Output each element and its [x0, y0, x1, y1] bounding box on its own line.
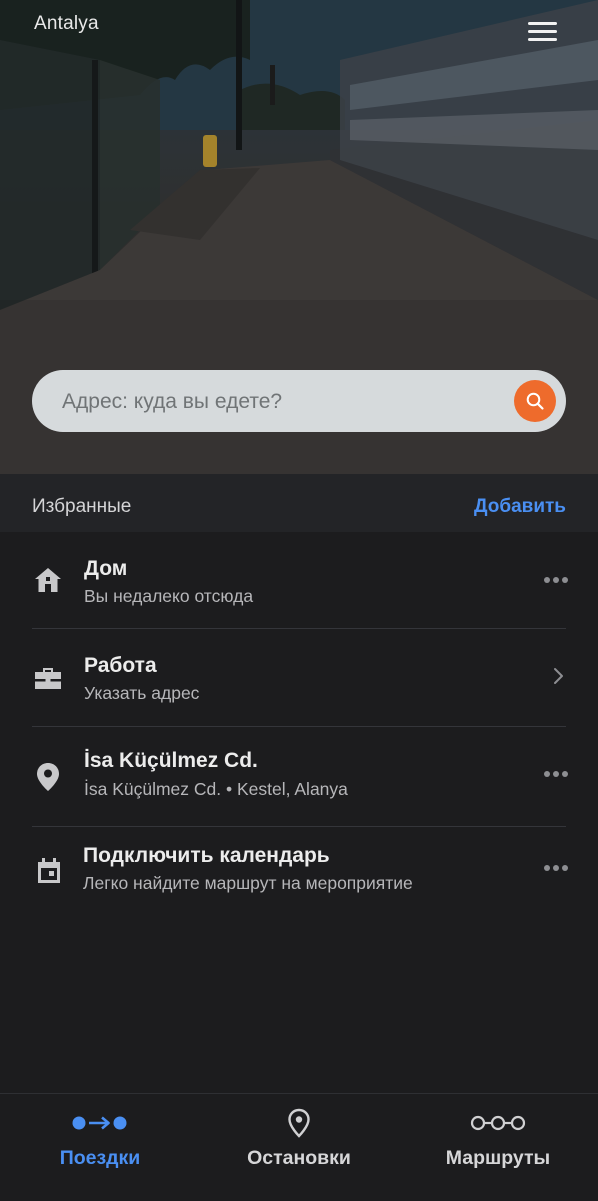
home-icon — [35, 568, 61, 592]
favorite-item-work[interactable]: Работа Указать адрес — [0, 629, 598, 727]
routes-icon — [470, 1115, 526, 1131]
add-favorite-button[interactable]: Добавить — [474, 496, 566, 518]
favorite-item-home[interactable]: Дом Вы недалеко отсюда — [0, 532, 598, 629]
calendar-icon — [38, 858, 60, 883]
favorite-subtitle: Указать адрес — [84, 683, 200, 703]
tab-stops[interactable]: Остановки — [229, 1094, 369, 1201]
hero-banner: Antalya — [0, 0, 598, 474]
more-dots-icon[interactable] — [544, 771, 568, 777]
search-input[interactable] — [60, 370, 524, 434]
favorite-item-address[interactable]: İsa Küçülmez Cd. İsa Küçülmez Cd. • Kest… — [0, 727, 598, 827]
search-bar[interactable] — [32, 370, 566, 434]
more-dots-icon[interactable] — [544, 577, 568, 583]
briefcase-icon — [35, 668, 61, 689]
bottom-tab-bar: Поездки Остановки Маршруты — [0, 1093, 598, 1201]
favorite-subtitle: Легко найдите маршрут на мероприятие — [83, 873, 413, 893]
location-pin-icon — [37, 763, 59, 791]
more-dots-icon[interactable] — [544, 865, 568, 871]
favorites-title: Избранные — [32, 496, 132, 517]
trips-icon — [72, 1116, 127, 1130]
stop-pin-icon — [288, 1108, 310, 1138]
favorite-subtitle: İsa Küçülmez Cd. • Kestel, Alanya — [84, 779, 348, 799]
favorite-title: Работа — [84, 654, 157, 677]
favorite-subtitle: Вы недалеко отсюда — [84, 586, 254, 606]
favorites-list: Дом Вы недалеко отсюда Работа Указать ад… — [0, 532, 598, 923]
favorite-item-calendar[interactable]: Подключить календарь Легко найдите маршр… — [0, 827, 598, 923]
tab-label: Маршруты — [445, 1147, 551, 1169]
tab-routes[interactable]: Маршруты — [428, 1094, 568, 1201]
search-icon — [526, 392, 544, 410]
search-button[interactable] — [514, 380, 556, 422]
tab-label: Поездки — [59, 1147, 141, 1169]
city-name[interactable]: Antalya — [34, 13, 99, 35]
favorites-header: Избранные Добавить — [0, 474, 598, 532]
chevron-right-icon[interactable] — [552, 667, 564, 690]
favorite-title: Подключить календарь — [83, 844, 330, 867]
tab-trips[interactable]: Поездки — [30, 1094, 170, 1201]
favorite-title: Дом — [84, 557, 128, 580]
hamburger-menu-icon[interactable] — [526, 20, 560, 44]
tab-label: Остановки — [247, 1147, 351, 1169]
favorite-title: İsa Küçülmez Cd. — [84, 749, 258, 772]
